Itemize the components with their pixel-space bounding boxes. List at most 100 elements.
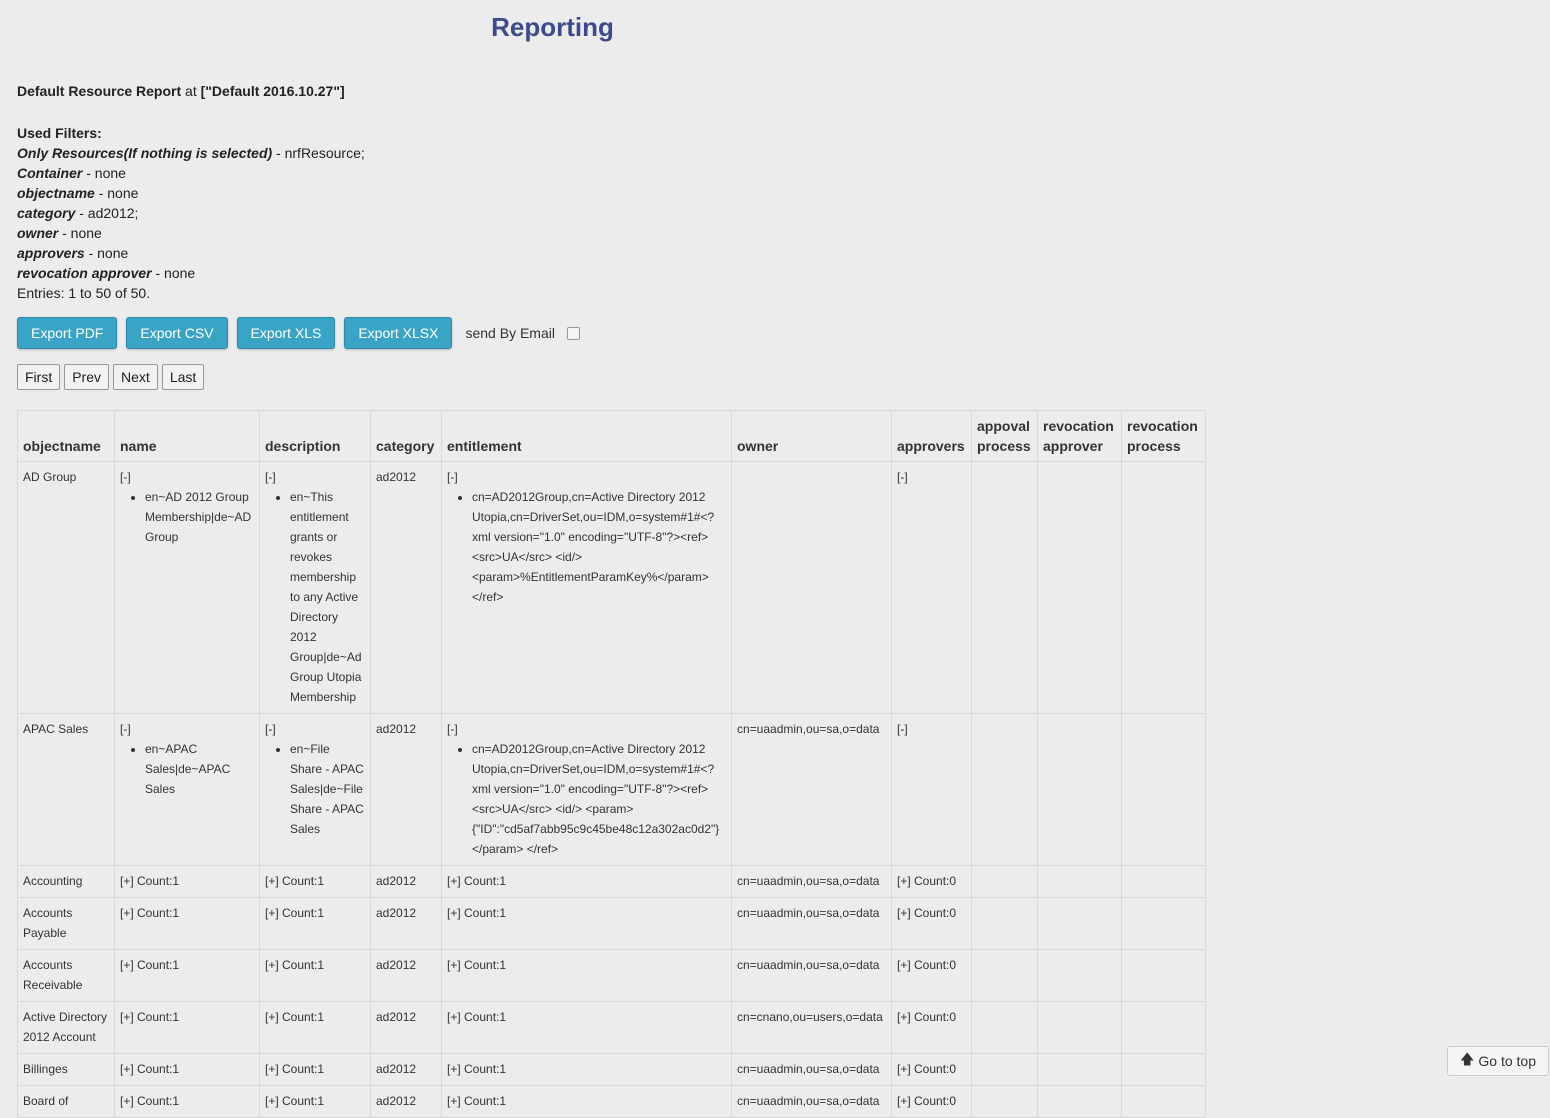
- col-revocation-approver[interactable]: revocation approver: [1037, 410, 1122, 462]
- report-heading: Default Resource Report at ["Default 201…: [17, 83, 345, 99]
- next-page-button[interactable]: Next: [113, 364, 158, 390]
- cell-entitlement[interactable]: [+] Count:1: [441, 949, 732, 1002]
- report-version: ["Default 2016.10.27"]: [200, 83, 345, 99]
- cell-category: ad2012: [370, 1053, 442, 1086]
- list-item: cn=AD2012Group,cn=Active Directory 2012 …: [472, 739, 726, 859]
- cell-name[interactable]: [+] Count:1: [114, 1085, 260, 1118]
- cell-entitlement[interactable]: [+] Count:1: [441, 897, 732, 950]
- list-item: en~File Share - APAC Sales|de~File Share…: [290, 739, 365, 839]
- cell-entitlement[interactable]: [+] Count:1: [441, 1053, 732, 1086]
- cell-approval-process: [971, 1053, 1038, 1086]
- cell-revocation-approver: [1037, 1085, 1122, 1118]
- cell-description[interactable]: [+] Count:1: [259, 949, 371, 1002]
- col-entitlement[interactable]: entitlement: [441, 410, 732, 462]
- cell-category: ad2012: [370, 897, 442, 950]
- cell-approvers[interactable]: [+] Count:0: [891, 949, 972, 1002]
- collapse-toggle[interactable]: [-]: [120, 470, 131, 484]
- col-revocation-process[interactable]: revocation process: [1121, 410, 1206, 462]
- cell-approval-process: [971, 949, 1038, 1002]
- cell-owner: cn=uaadmin,ou=sa,o=data: [731, 1085, 892, 1118]
- collapse-toggle[interactable]: [-]: [897, 470, 908, 484]
- pagination: First Prev Next Last: [17, 364, 208, 390]
- cell-approval-process: [971, 713, 1038, 866]
- filter-name: approvers: [17, 245, 85, 261]
- cell-entitlement[interactable]: [+] Count:1: [441, 865, 732, 898]
- export-xls-button[interactable]: Export XLS: [236, 317, 336, 349]
- cell-revocation-approver: [1037, 461, 1122, 714]
- cell-entitlement[interactable]: [+] Count:1: [441, 1001, 732, 1054]
- filter-value: - none: [58, 225, 102, 241]
- cell-name[interactable]: [+] Count:1: [114, 897, 260, 950]
- export-toolbar: Export PDF Export CSV Export XLS Export …: [17, 317, 580, 349]
- filter-value: - none: [94, 185, 139, 201]
- cell-description: [-] en~File Share - APAC Sales|de~File S…: [259, 713, 371, 866]
- filter-line: Only Resources(If nothing is selected) -…: [17, 143, 365, 163]
- col-objectname[interactable]: objectname: [17, 410, 115, 462]
- cell-description[interactable]: [+] Count:1: [259, 1085, 371, 1118]
- filter-name: Container: [17, 165, 83, 181]
- collapse-toggle[interactable]: [-]: [447, 470, 458, 484]
- first-page-button[interactable]: First: [17, 364, 61, 390]
- table-row: Billinges [+] Count:1 [+] Count:1 ad2012 [+]…: [17, 1053, 1206, 1086]
- cell-approvers[interactable]: [+] Count:0: [891, 1085, 972, 1118]
- cell-description[interactable]: [+] Count:1: [259, 1001, 371, 1054]
- cell-description[interactable]: [+] Count:1: [259, 897, 371, 950]
- export-csv-button[interactable]: Export CSV: [126, 317, 228, 349]
- cell-revocation-approver: [1037, 865, 1122, 898]
- list-item: en~This entitlement grants or revokes me…: [290, 487, 365, 707]
- col-name[interactable]: name: [114, 410, 260, 462]
- collapse-toggle[interactable]: [-]: [120, 722, 131, 736]
- table-row: Accounts Payable [+] Count:1 [+] Count:1 ad…: [17, 897, 1206, 950]
- cell-approvers[interactable]: [+] Count:0: [891, 1001, 972, 1054]
- collapse-toggle[interactable]: [-]: [897, 722, 908, 736]
- cell-approvers: [-]: [891, 713, 972, 866]
- report-at: at: [185, 83, 197, 99]
- collapse-toggle[interactable]: [-]: [447, 722, 458, 736]
- filter-line: category - ad2012;: [17, 203, 365, 223]
- cell-entitlement[interactable]: [+] Count:1: [441, 1085, 732, 1118]
- col-approval-process[interactable]: appoval process: [971, 410, 1038, 462]
- export-xlsx-button[interactable]: Export XLSX: [344, 317, 453, 349]
- send-email-label: send By Email: [465, 325, 555, 341]
- filter-value: - none: [151, 265, 196, 281]
- filters-heading: Used Filters:: [17, 125, 102, 141]
- cell-approvers[interactable]: [+] Count:0: [891, 865, 972, 898]
- cell-name[interactable]: [+] Count:1: [114, 865, 260, 898]
- cell-objectname: Active Directory 2012 Account: [17, 1001, 115, 1054]
- go-to-top-button[interactable]: 🡅 Go to top: [1447, 1046, 1549, 1076]
- send-email-checkbox[interactable]: [566, 326, 580, 340]
- cell-owner: cn=uaadmin,ou=sa,o=data: [731, 713, 892, 866]
- col-category[interactable]: category: [370, 410, 442, 462]
- cell-objectname: Board of: [17, 1085, 115, 1118]
- cell-revocation-approver: [1037, 1053, 1122, 1086]
- filter-line: Container - none: [17, 163, 365, 183]
- collapse-toggle[interactable]: [-]: [265, 470, 276, 484]
- last-page-button[interactable]: Last: [161, 364, 205, 390]
- cell-category: ad2012: [370, 1001, 442, 1054]
- cell-approvers[interactable]: [+] Count:0: [891, 1053, 972, 1086]
- cell-name[interactable]: [+] Count:1: [114, 949, 260, 1002]
- collapse-toggle[interactable]: [-]: [265, 722, 276, 736]
- cell-owner: cn=uaadmin,ou=sa,o=data: [731, 1053, 892, 1086]
- cell-name[interactable]: [+] Count:1: [114, 1053, 260, 1086]
- cell-objectname: Accounts Receivable: [17, 949, 115, 1002]
- prev-page-button[interactable]: Prev: [64, 364, 110, 390]
- cell-revocation-approver: [1037, 949, 1122, 1002]
- col-owner[interactable]: owner: [731, 410, 892, 462]
- export-pdf-button[interactable]: Export PDF: [17, 317, 118, 349]
- cell-objectname: Accounting: [17, 865, 115, 898]
- cell-approvers: [-]: [891, 461, 972, 714]
- cell-revocation-process: [1121, 1001, 1206, 1054]
- cell-category: ad2012: [370, 1085, 442, 1118]
- cell-approvers[interactable]: [+] Count:0: [891, 897, 972, 950]
- cell-revocation-process: [1121, 1053, 1206, 1086]
- cell-approval-process: [971, 897, 1038, 950]
- cell-description[interactable]: [+] Count:1: [259, 865, 371, 898]
- cell-revocation-approver: [1037, 713, 1122, 866]
- filter-line: revocation approver - none: [17, 263, 365, 283]
- cell-name[interactable]: [+] Count:1: [114, 1001, 260, 1054]
- col-approvers[interactable]: approvers: [891, 410, 972, 462]
- col-description[interactable]: description: [259, 410, 371, 462]
- cell-description[interactable]: [+] Count:1: [259, 1053, 371, 1086]
- filter-name: revocation approver: [17, 265, 152, 281]
